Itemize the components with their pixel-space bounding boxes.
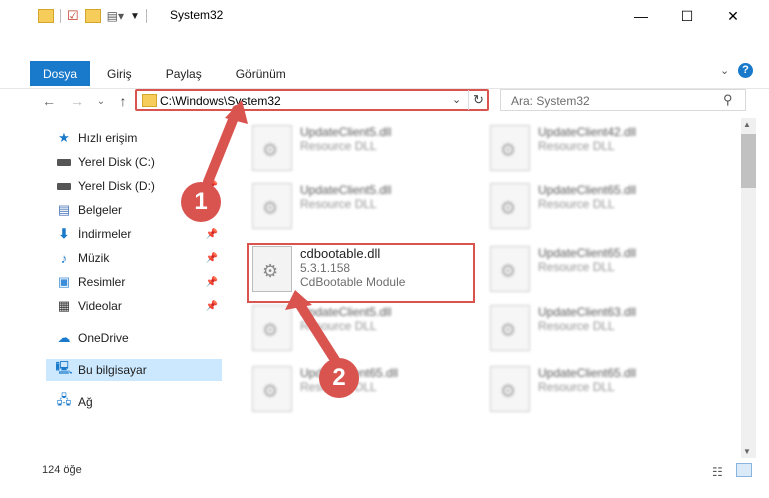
arrow-2-head [285, 290, 312, 310]
arrow-1 [203, 105, 242, 187]
arrow-2 [295, 300, 340, 365]
callout-1: 1 [181, 182, 221, 222]
callout-2: 2 [319, 358, 359, 398]
annotation-arrows [203, 100, 340, 365]
